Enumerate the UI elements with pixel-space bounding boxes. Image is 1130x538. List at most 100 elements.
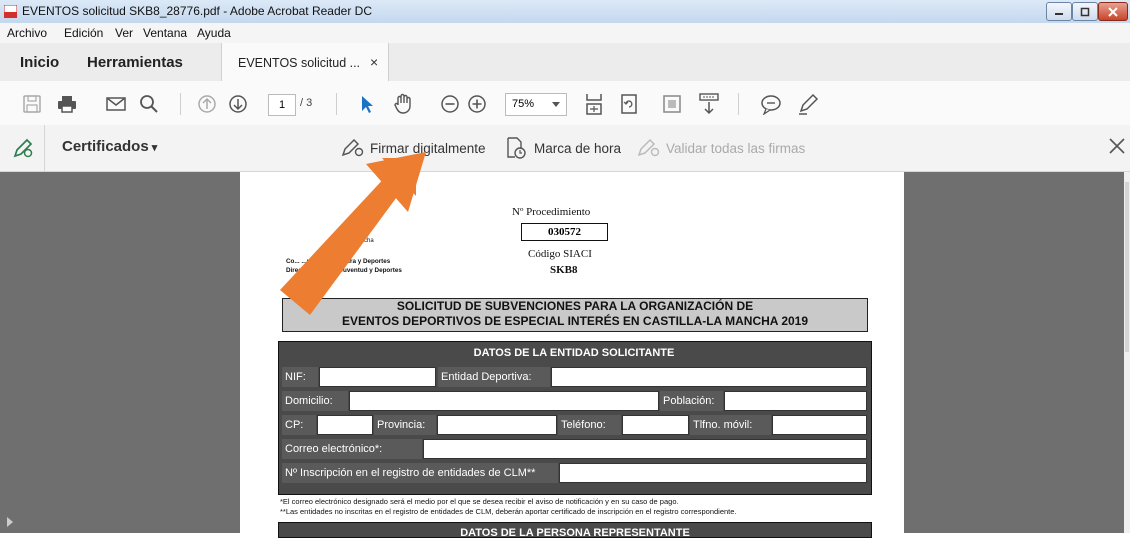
entidad-field[interactable] <box>551 367 867 387</box>
full-screen-icon <box>663 95 681 113</box>
scroll-mode-button[interactable] <box>697 92 721 116</box>
tab-inicio[interactable]: Inicio <box>20 54 59 71</box>
vertical-scrollbar[interactable] <box>1124 172 1130 533</box>
restore-button[interactable] <box>1072 2 1098 21</box>
arrow-down-circle-icon <box>229 95 247 113</box>
restore-icon <box>1080 7 1090 16</box>
document-tab-label: EVENTOS solicitud ... <box>238 56 361 70</box>
siaci-code: SKB8 <box>550 264 578 276</box>
close-window-button[interactable] <box>1098 2 1128 21</box>
movil-field[interactable] <box>772 415 867 435</box>
menu-ver[interactable]: Ver <box>115 26 133 40</box>
chevron-down-icon <box>552 102 560 107</box>
page-number-input[interactable]: 1 <box>268 94 296 116</box>
close-certificates-button[interactable] <box>1108 137 1126 160</box>
certificates-menu[interactable]: Certificados ▾ <box>62 138 157 155</box>
rotate-page-icon <box>621 94 637 114</box>
note-email: *El correo electrónico designado será el… <box>280 497 679 506</box>
scrollbar-thumb[interactable] <box>1125 182 1129 352</box>
poblacion-label: Población: <box>660 391 723 411</box>
correo-label: Correo electrónico*: <box>282 439 422 459</box>
tab-herramientas[interactable]: Herramientas <box>87 54 183 71</box>
note-registry: **Las entidades no inscritas en el regis… <box>280 507 737 516</box>
cursor-arrow-icon <box>362 96 373 113</box>
fit-page-button[interactable] <box>582 92 606 116</box>
menu-ventana[interactable]: Ventana <box>143 26 187 40</box>
scroll-mode-icon <box>699 93 719 115</box>
provincia-field[interactable] <box>437 415 557 435</box>
close-icon <box>1109 138 1125 154</box>
tab-document[interactable]: EVENTOS solicitud ... × <box>221 43 389 81</box>
inscripcion-field[interactable] <box>559 463 867 483</box>
poblacion-field[interactable] <box>724 391 867 411</box>
comment-button[interactable] <box>759 92 783 116</box>
caret-down-icon: ▾ <box>148 142 158 154</box>
search-button[interactable] <box>137 92 161 116</box>
movil-label: Tlfno. móvil: <box>690 415 771 435</box>
inscripcion-label: Nº Inscripción en el registro de entidad… <box>282 463 558 483</box>
next-page-button[interactable] <box>226 92 250 116</box>
siaci-label: Código SIACI <box>528 248 592 260</box>
acrobat-app-icon <box>3 4 18 19</box>
highlight-button[interactable] <box>796 92 820 116</box>
timestamp-button[interactable]: Marca de hora <box>505 137 621 159</box>
close-tab-icon[interactable]: × <box>370 54 378 70</box>
print-button[interactable] <box>55 92 79 116</box>
timestamp-icon <box>507 137 526 159</box>
email-button[interactable] <box>104 92 128 116</box>
previous-page-button[interactable] <box>195 92 219 116</box>
toolbar: 1 / 3 75% <box>0 81 1130 126</box>
procedure-label: Nº Procedimiento <box>512 206 591 218</box>
hand-tool-button[interactable] <box>391 92 415 116</box>
hand-icon <box>394 93 411 114</box>
toolbar-separator <box>336 93 337 115</box>
certificate-pen-icon <box>13 138 33 158</box>
menu-bar: Archivo Edición Ver Ventana Ayuda <box>0 23 1130 44</box>
envelope-icon <box>106 97 126 111</box>
comment-icon <box>761 95 781 115</box>
zoom-out-button[interactable] <box>438 92 462 116</box>
zoom-value: 75% <box>512 98 535 110</box>
domicilio-label: Domicilio: <box>282 391 348 411</box>
toolbar-separator <box>738 93 739 115</box>
domicilio-field[interactable] <box>349 391 659 411</box>
minimize-icon <box>1055 12 1063 15</box>
save-icon <box>23 95 41 113</box>
annotation-arrow <box>280 152 426 315</box>
cert-tool-area <box>0 125 45 171</box>
side-panel-toggle-icon[interactable] <box>7 517 13 527</box>
page-total: / 3 <box>300 97 313 109</box>
menu-ayuda[interactable]: Ayuda <box>197 26 231 40</box>
arrow-up-circle-icon <box>198 95 216 113</box>
certificates-bar: Certificados ▾ Firmar digitalmente Marca… <box>0 125 1130 172</box>
procedure-code: 030572 <box>521 223 608 241</box>
title-bar: EVENTOS solicitud SKB8_28776.pdf - Adobe… <box>0 0 1130 24</box>
print-icon <box>58 96 76 113</box>
rotate-button[interactable] <box>617 92 641 116</box>
representative-section: DATOS DE LA PERSONA REPRESENTANTE <box>278 522 872 538</box>
telefono-field[interactable] <box>622 415 689 435</box>
nif-field[interactable] <box>319 367 436 387</box>
validate-pen-icon <box>637 138 660 157</box>
validate-signatures-button[interactable]: Validar todas las firmas <box>636 138 805 158</box>
correo-field[interactable] <box>423 439 867 459</box>
zoom-in-icon <box>468 95 486 113</box>
telefono-label: Teléfono: <box>558 415 621 435</box>
toolbar-separator <box>180 93 181 115</box>
save-button[interactable] <box>20 92 44 116</box>
provincia-label: Provincia: <box>374 415 436 435</box>
menu-edicion[interactable]: Edición <box>64 26 103 40</box>
search-icon <box>140 95 158 113</box>
entidad-label: Entidad Deportiva: <box>438 367 550 387</box>
full-screen-button[interactable] <box>660 92 684 116</box>
arrow-shaft <box>280 174 402 315</box>
zoom-in-button[interactable] <box>465 92 489 116</box>
cp-field[interactable] <box>317 415 373 435</box>
window-title: EVENTOS solicitud SKB8_28776.pdf - Adobe… <box>22 4 372 18</box>
timestamp-label: Marca de hora <box>534 140 622 156</box>
select-tool-button[interactable] <box>355 92 379 116</box>
minimize-button[interactable] <box>1046 2 1072 21</box>
zoom-select[interactable]: 75% <box>505 93 567 116</box>
nif-label: NIF: <box>282 367 318 387</box>
menu-archivo[interactable]: Archivo <box>7 26 47 40</box>
